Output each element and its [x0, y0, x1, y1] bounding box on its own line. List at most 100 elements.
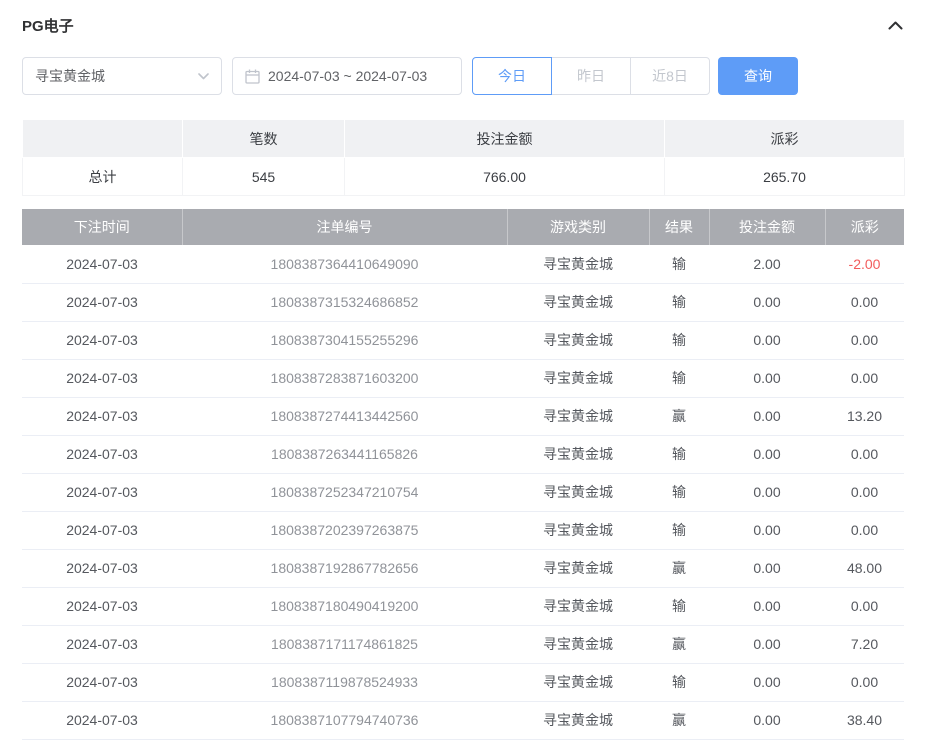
date-range-input[interactable]: 2024-07-03 ~ 2024-07-03 — [232, 57, 462, 95]
summary-total-row: 总计 545 766.00 265.70 — [23, 158, 905, 196]
bets-table: 下注时间注单编号游戏类别结果投注金额派彩 2024-07-03180838736… — [22, 209, 904, 740]
cell-game: 寻宝黄金城 — [507, 587, 649, 625]
cell-date: 2024-07-03 — [22, 701, 182, 739]
cell-payout: 38.40 — [825, 701, 904, 739]
cell-bet-id: 1808387283871603200 — [182, 359, 507, 397]
cell-bet-id: 1808387364410649090 — [182, 245, 507, 283]
cell-bet-id: 1808387274413442560 — [182, 397, 507, 435]
summary-total-payout: 265.70 — [665, 158, 905, 196]
panel-header: PG电子 — [22, 14, 905, 36]
pg-electronic-panel: PG电子 寻宝黄金城 2024-07-03 ~ 2024-07-03 — [0, 0, 927, 740]
cell-payout: 0.00 — [825, 473, 904, 511]
cell-bet: 0.00 — [709, 321, 825, 359]
cell-bet: 0.00 — [709, 435, 825, 473]
panel-title: PG电子 — [22, 15, 74, 36]
cell-bet: 0.00 — [709, 283, 825, 321]
cell-date: 2024-07-03 — [22, 397, 182, 435]
bets-column-header: 派彩 — [825, 209, 904, 245]
game-select-value: 寻宝黄金城 — [35, 66, 105, 86]
table-row: 2024-07-031808387283871603200寻宝黄金城输0.000… — [22, 359, 904, 397]
cell-date: 2024-07-03 — [22, 283, 182, 321]
filter-row: 寻宝黄金城 2024-07-03 ~ 2024-07-03 今日 昨日 近8日 … — [22, 57, 905, 95]
date-range-value: 2024-07-03 ~ 2024-07-03 — [268, 68, 427, 84]
summary-header-count: 笔数 — [183, 120, 345, 158]
cell-payout: -2.00 — [825, 245, 904, 283]
cell-result: 赢 — [649, 701, 709, 739]
cell-game: 寻宝黄金城 — [507, 625, 649, 663]
cell-bet-id: 1808387119878524933 — [182, 663, 507, 701]
cell-result: 输 — [649, 663, 709, 701]
summary-header-bet-amount: 投注金额 — [345, 120, 665, 158]
cell-bet: 0.00 — [709, 587, 825, 625]
cell-game: 寻宝黄金城 — [507, 397, 649, 435]
cell-bet-id: 1808387263441165826 — [182, 435, 507, 473]
cell-game: 寻宝黄金城 — [507, 321, 649, 359]
cell-game: 寻宝黄金城 — [507, 511, 649, 549]
bets-column-header: 结果 — [649, 209, 709, 245]
bets-header-row: 下注时间注单编号游戏类别结果投注金额派彩 — [22, 209, 904, 245]
cell-bet-id: 1808387107794740736 — [182, 701, 507, 739]
cell-bet-id: 1808387252347210754 — [182, 473, 507, 511]
cell-result: 输 — [649, 359, 709, 397]
cell-date: 2024-07-03 — [22, 511, 182, 549]
table-row: 2024-07-031808387304155255296寻宝黄金城输0.000… — [22, 321, 904, 359]
collapse-chevron-up-icon[interactable] — [885, 15, 905, 35]
summary-header-empty — [23, 120, 183, 158]
cell-date: 2024-07-03 — [22, 549, 182, 587]
cell-result: 输 — [649, 587, 709, 625]
cell-bet-id: 1808387180490419200 — [182, 587, 507, 625]
cell-payout: 48.00 — [825, 549, 904, 587]
cell-bet: 0.00 — [709, 701, 825, 739]
table-row: 2024-07-031808387107794740736寻宝黄金城赢0.003… — [22, 701, 904, 739]
cell-payout: 0.00 — [825, 663, 904, 701]
table-row: 2024-07-031808387364410649090寻宝黄金城输2.00-… — [22, 245, 904, 283]
cell-result: 输 — [649, 283, 709, 321]
chevron-down-icon — [198, 73, 209, 80]
cell-date: 2024-07-03 — [22, 587, 182, 625]
last-8-days-button[interactable]: 近8日 — [630, 57, 710, 95]
cell-date: 2024-07-03 — [22, 663, 182, 701]
bets-column-header: 投注金额 — [709, 209, 825, 245]
cell-game: 寻宝黄金城 — [507, 663, 649, 701]
table-row: 2024-07-031808387192867782656寻宝黄金城赢0.004… — [22, 549, 904, 587]
game-select[interactable]: 寻宝黄金城 — [22, 57, 222, 95]
cell-bet: 0.00 — [709, 511, 825, 549]
cell-result: 输 — [649, 245, 709, 283]
cell-game: 寻宝黄金城 — [507, 435, 649, 473]
cell-payout: 0.00 — [825, 587, 904, 625]
table-row: 2024-07-031808387274413442560寻宝黄金城赢0.001… — [22, 397, 904, 435]
table-row: 2024-07-031808387263441165826寻宝黄金城输0.000… — [22, 435, 904, 473]
cell-date: 2024-07-03 — [22, 473, 182, 511]
cell-payout: 0.00 — [825, 511, 904, 549]
cell-bet: 0.00 — [709, 663, 825, 701]
cell-bet: 0.00 — [709, 625, 825, 663]
cell-date: 2024-07-03 — [22, 625, 182, 663]
cell-result: 输 — [649, 321, 709, 359]
today-button[interactable]: 今日 — [472, 57, 552, 95]
cell-payout: 7.20 — [825, 625, 904, 663]
cell-date: 2024-07-03 — [22, 245, 182, 283]
summary-total-label: 总计 — [23, 158, 183, 196]
cell-payout: 0.00 — [825, 435, 904, 473]
table-row: 2024-07-031808387252347210754寻宝黄金城输0.000… — [22, 473, 904, 511]
cell-result: 输 — [649, 511, 709, 549]
quick-range-group: 今日 昨日 近8日 — [472, 57, 710, 95]
bets-column-header: 游戏类别 — [507, 209, 649, 245]
table-row: 2024-07-031808387315324686852寻宝黄金城输0.000… — [22, 283, 904, 321]
yesterday-button[interactable]: 昨日 — [551, 57, 631, 95]
query-button[interactable]: 查询 — [718, 57, 798, 95]
cell-bet: 0.00 — [709, 473, 825, 511]
table-row: 2024-07-031808387202397263875寻宝黄金城输0.000… — [22, 511, 904, 549]
summary-total-bet-amount: 766.00 — [345, 158, 665, 196]
summary-total-count: 545 — [183, 158, 345, 196]
cell-game: 寻宝黄金城 — [507, 701, 649, 739]
cell-result: 输 — [649, 435, 709, 473]
cell-date: 2024-07-03 — [22, 321, 182, 359]
summary-header-payout: 派彩 — [665, 120, 905, 158]
cell-bet: 0.00 — [709, 397, 825, 435]
cell-game: 寻宝黄金城 — [507, 473, 649, 511]
bets-column-header: 下注时间 — [22, 209, 182, 245]
cell-bet: 2.00 — [709, 245, 825, 283]
cell-game: 寻宝黄金城 — [507, 549, 649, 587]
cell-bet-id: 1808387171174861825 — [182, 625, 507, 663]
